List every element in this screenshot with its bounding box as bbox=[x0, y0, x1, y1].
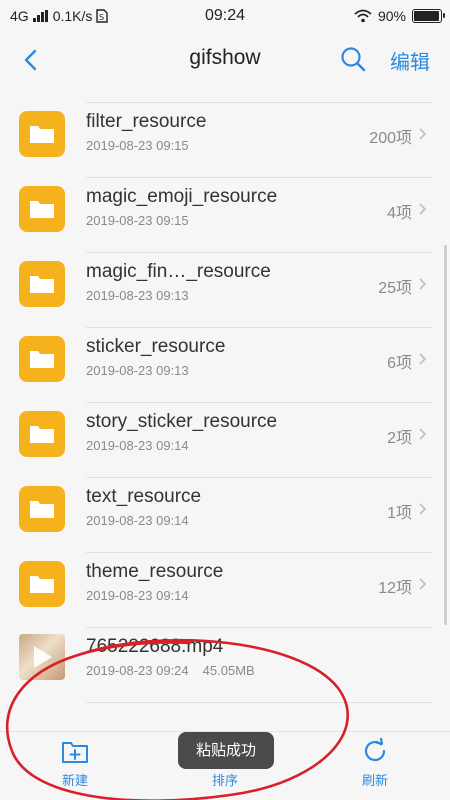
item-count: 2项 bbox=[387, 430, 412, 447]
new-folder-icon bbox=[62, 742, 88, 763]
refresh-button[interactable]: 刷新 bbox=[335, 738, 415, 789]
folder-glyph bbox=[30, 201, 54, 218]
item-count: 1项 bbox=[387, 505, 412, 522]
chevron-right-icon bbox=[419, 278, 427, 290]
file-name: sticker_resource bbox=[86, 336, 226, 357]
file-date: 2019-08-23 09:24 bbox=[86, 663, 189, 678]
item-count: 6项 bbox=[387, 355, 412, 372]
folder-row[interactable]: effect_resource2019-08-23 09:138项 bbox=[0, 86, 450, 103]
file-date: 2019-08-23 09:15 bbox=[86, 213, 189, 228]
play-icon bbox=[34, 646, 52, 668]
file-name: filter_resource bbox=[86, 111, 207, 132]
file-date: 2019-08-23 09:15 bbox=[86, 138, 189, 153]
folder-icon bbox=[19, 261, 65, 307]
file-name: theme_resource bbox=[86, 561, 224, 582]
folder-glyph bbox=[30, 276, 54, 293]
status-right: 90% bbox=[354, 8, 445, 24]
file-date: 2019-08-23 09:14 bbox=[86, 438, 189, 453]
video-thumbnail bbox=[19, 634, 65, 680]
file-list[interactable]: effect_resource2019-08-23 09:138项filter_… bbox=[0, 86, 450, 731]
file-date: 2019-08-23 09:14 bbox=[86, 513, 189, 528]
edit-button[interactable]: 编辑 bbox=[390, 46, 430, 75]
chevron-right-icon bbox=[419, 428, 427, 440]
folder-row[interactable]: sticker_resource 2019-08-23 09:13 6项 bbox=[0, 328, 450, 403]
wifi-icon bbox=[354, 9, 372, 23]
folder-glyph bbox=[30, 426, 54, 443]
battery-percent: 90% bbox=[377, 8, 406, 24]
file-name: story_sticker_resource bbox=[86, 411, 278, 432]
file-list-content: effect_resource2019-08-23 09:138项filter_… bbox=[0, 86, 450, 703]
file-name: text_resource bbox=[86, 486, 202, 507]
toast-message: 粘贴成功 bbox=[178, 732, 274, 769]
file-meta: 2019-08-23 09:13 bbox=[86, 363, 189, 378]
file-size: 45.05MB bbox=[202, 663, 255, 678]
folder-row[interactable]: theme_resource 2019-08-23 09:14 12项 bbox=[0, 553, 450, 628]
battery-level bbox=[414, 11, 440, 21]
folder-icon bbox=[19, 111, 65, 157]
page-title: gifshow bbox=[189, 46, 261, 69]
folder-glyph bbox=[30, 501, 54, 518]
item-count: 200项 bbox=[369, 130, 412, 147]
chevron-right-icon bbox=[419, 503, 427, 515]
folder-icon bbox=[19, 561, 65, 607]
folder-row[interactable]: magic_fin…_resource 2019-08-23 09:13 25项 bbox=[0, 253, 450, 328]
scrollbar[interactable] bbox=[444, 245, 447, 625]
file-date: 2019-08-23 09:13 bbox=[86, 288, 189, 303]
folder-icon bbox=[19, 336, 65, 382]
new-label: 新建 bbox=[61, 773, 88, 788]
folder-icon bbox=[19, 486, 65, 532]
file-date: 2019-08-23 09:13 bbox=[86, 363, 189, 378]
folder-icon bbox=[19, 411, 65, 457]
item-count: 12项 bbox=[378, 580, 412, 597]
navigation-bar: gifshow 编辑 bbox=[0, 34, 450, 86]
new-button[interactable]: 新建 bbox=[35, 738, 115, 789]
file-row[interactable]: 765222688.mp4 2019-08-23 09:24 45.05MB bbox=[0, 628, 450, 703]
file-meta: 2019-08-23 09:14 bbox=[86, 588, 189, 603]
file-meta: 2019-08-23 09:14 bbox=[86, 513, 189, 528]
file-meta: 2019-08-23 09:15 bbox=[86, 138, 189, 153]
chevron-right-icon bbox=[419, 203, 427, 215]
folder-row[interactable]: filter_resource 2019-08-23 09:15 200项 bbox=[0, 103, 450, 178]
folder-row[interactable]: story_sticker_resource 2019-08-23 09:14 2项 bbox=[0, 403, 450, 478]
chevron-right-icon bbox=[419, 128, 427, 140]
item-count: 4项 bbox=[387, 205, 412, 222]
status-bar: 4G 0.1K/s S 09:24 90% bbox=[0, 0, 450, 34]
file-meta: 2019-08-23 09:14 bbox=[86, 438, 189, 453]
file-name: magic_fin…_resource bbox=[86, 261, 271, 282]
item-count: 25项 bbox=[378, 280, 412, 297]
battery-icon bbox=[412, 9, 445, 23]
file-date: 2019-08-23 09:14 bbox=[86, 588, 189, 603]
folder-glyph bbox=[30, 351, 54, 368]
folder-glyph bbox=[30, 576, 54, 593]
file-name: magic_emoji_resource bbox=[86, 186, 278, 207]
folder-row[interactable]: text_resource 2019-08-23 09:14 1项 bbox=[0, 478, 450, 553]
file-meta: 2019-08-23 09:24 45.05MB bbox=[86, 663, 255, 678]
file-meta: 2019-08-23 09:15 bbox=[86, 213, 189, 228]
file-name: 765222688.mp4 bbox=[86, 636, 224, 657]
sort-label: 排序 bbox=[211, 773, 238, 788]
file-meta: 2019-08-23 09:13 bbox=[86, 288, 189, 303]
search-icon[interactable] bbox=[338, 44, 368, 74]
folder-glyph bbox=[30, 126, 54, 143]
refresh-label: 刷新 bbox=[361, 773, 388, 788]
folder-row[interactable]: magic_emoji_resource 2019-08-23 09:15 4项 bbox=[0, 178, 450, 253]
folder-icon bbox=[19, 186, 65, 232]
refresh-icon bbox=[364, 738, 386, 762]
chevron-right-icon bbox=[419, 353, 427, 365]
chevron-right-icon bbox=[419, 578, 427, 590]
